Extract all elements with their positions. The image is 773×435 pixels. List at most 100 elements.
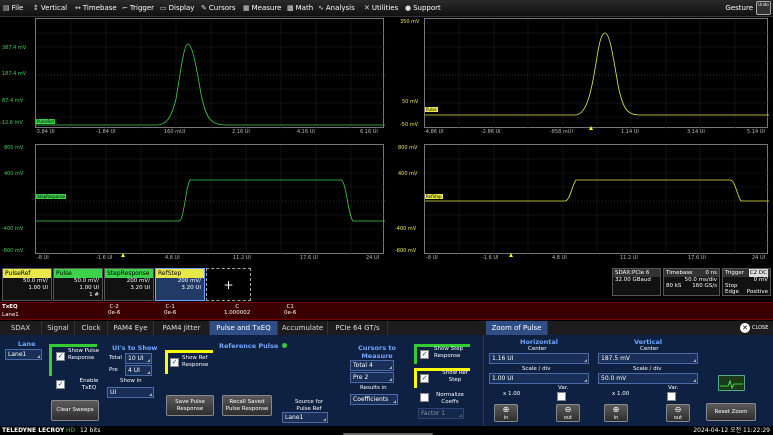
v-zoom-out-button[interactable]: ⊖ out — [666, 404, 690, 422]
recall-saved-button[interactable]: Recall Saved Pulse Response — [222, 395, 272, 416]
x-label: -1.84 UI — [96, 129, 116, 135]
menu-file[interactable]: ▤ File — [3, 3, 23, 14]
x-label: 17.6 UI — [300, 255, 318, 261]
show-pulse-checkbox[interactable]: ✓ — [56, 352, 65, 361]
timebase-samples: 80 kS — [666, 283, 682, 289]
x-label: 5.14 UI — [747, 129, 765, 135]
v-scale-label: Scale / div — [633, 366, 662, 372]
pre-ui-field[interactable]: 4 UI — [125, 365, 152, 376]
tab-clock[interactable]: Clock — [75, 321, 108, 335]
tab-accumulate[interactable]: Accumulate — [278, 321, 328, 335]
tab-sdax[interactable]: SDAX — [0, 321, 42, 335]
zoom-in-icon: ⊕ — [502, 405, 510, 414]
trigger-badge: C2 DC — [748, 269, 768, 277]
file-icon: ▤ — [3, 4, 10, 12]
h-scale-field[interactable]: 1.00 UI — [489, 373, 589, 384]
v-center-field[interactable]: 187.5 mV — [598, 353, 698, 364]
grid-pulse[interactable]: Pulse — [424, 18, 769, 129]
menu-trigger[interactable]: ⌐ Trigger — [122, 3, 154, 14]
source-label: Source for Pulse Ref — [294, 399, 324, 412]
save-pulse-button[interactable]: Save Pulse Response — [166, 395, 214, 416]
x-label: -2.86 UI — [481, 129, 501, 135]
h-scale-label: Scale / div — [522, 366, 551, 372]
trace-descriptor-step-response[interactable]: StepResponse 200 mV/ 3.20 UI — [104, 268, 154, 301]
y-label: 50 mV — [402, 99, 419, 105]
sdax-title: SDAX:PCIe 6 — [613, 269, 660, 277]
tab-pulse-and-txeq[interactable]: Pulse and TxEQ — [210, 321, 278, 335]
close-icon[interactable]: ✕ — [740, 323, 750, 333]
show-in-label: Show in — [120, 378, 142, 384]
total-ui-field[interactable]: 10 UI — [125, 353, 152, 364]
cursors-heading: Cursors to Measure — [358, 344, 396, 360]
cursors-total-field[interactable]: Total 4 — [350, 360, 394, 371]
v-zoom-in-button[interactable]: ⊕ in — [604, 404, 628, 422]
h-center-field[interactable]: 1.16 UI — [489, 353, 589, 364]
menu-measure[interactable]: ▦ Measure — [243, 3, 281, 14]
menu-utilities[interactable]: ✕ Utilities — [364, 3, 398, 14]
display-icon: ▭ — [160, 4, 167, 12]
close-label[interactable]: CLOSE — [752, 325, 768, 331]
waveform-preview-icon — [718, 375, 745, 391]
show-ref-label: Show Ref Response — [182, 355, 209, 368]
status-bar: TELEDYNE LECROY HD 12 bits 2024-04-12 오전… — [0, 426, 773, 435]
results-in-select[interactable]: Coefficients — [350, 394, 398, 405]
h-zoom-in-button[interactable]: ⊕ in — [494, 404, 518, 422]
menu-math[interactable]: ▩ Math — [287, 3, 313, 14]
add-trace-button[interactable]: + — [206, 268, 251, 301]
trace-descriptor-ref-step[interactable]: RefStep 200 mV/ 3.20 UI — [155, 268, 205, 301]
timebase-descriptor[interactable]: Timebase 0 ns 50.0 ms/div 80 kS 160 GS/s — [663, 268, 720, 296]
tab-pam4-eye[interactable]: PAM4 Eye — [108, 321, 154, 335]
show-ref-step-checkbox[interactable]: ✓ — [420, 374, 429, 383]
txeq-table: TxEQ Lane1 C-2 0e-6 C-1 0e-6 C 1.000002 C1 0… — [0, 302, 773, 320]
trace-descriptor-pulse-ref[interactable]: PulseRef 50.0 mV/ 1.00 UI — [2, 268, 52, 301]
menu-analysis[interactable]: ∿ Analysis — [318, 3, 355, 14]
bits-label: 12 bits — [80, 427, 101, 434]
lane-heading: Lane — [18, 340, 36, 348]
undo-button[interactable]: Undo — [756, 1, 771, 15]
descriptor-vdiv: 200 mV/ — [126, 278, 150, 284]
v-scale-field[interactable]: 50.0 mV — [598, 373, 698, 384]
txeq-value: 0e-6 — [284, 310, 297, 316]
txeq-value: 0e-6 — [108, 310, 121, 316]
descriptor-hdiv: 1.00 UI — [28, 285, 48, 291]
menu-vertical[interactable]: ↕ Vertical — [33, 3, 67, 14]
grid-ref-step[interactable]: RefStep — [424, 144, 769, 255]
trace-descriptor-pulse[interactable]: Pulse 50.0 mV/ 1.00 UI 1 # — [53, 268, 103, 301]
zoom-in-label: in — [613, 415, 619, 421]
tab-signal[interactable]: Signal — [42, 321, 75, 335]
enable-txeq-checkbox[interactable]: ✓ — [56, 380, 65, 389]
trigger-descriptor[interactable]: Trigger C2 DC 0 mV Stop Edge Positive — [722, 268, 771, 296]
zoom-in-label: in — [503, 415, 509, 421]
math-icon: ▩ — [287, 4, 294, 12]
grid-step-response-svg — [36, 145, 385, 255]
factor-field[interactable]: Factor 1 — [418, 408, 464, 419]
normalize-checkbox[interactable] — [420, 393, 429, 402]
menu-display[interactable]: ▭ Display — [160, 3, 194, 14]
reset-zoom-button[interactable]: Reset Zoom — [706, 403, 756, 421]
txeq-col-c-2: C-2 0e-6 — [108, 304, 120, 316]
sdax-descriptor[interactable]: SDAX:PCIe 6 32.00 GBaud — [612, 268, 661, 296]
show-step-checkbox[interactable]: ✓ — [420, 350, 429, 359]
menu-timebase[interactable]: ↔ Timebase — [75, 3, 117, 14]
trigger-marker — [509, 253, 513, 257]
y-label: 187.4 mV — [2, 71, 27, 77]
cursors-pre-field[interactable]: Pre 2 — [350, 372, 394, 383]
gesture-label[interactable]: Gesture — [725, 4, 753, 12]
txeq-label: TxEQ — [2, 304, 18, 310]
tab-pcie-64[interactable]: PCIe 64 GT/s — [328, 321, 388, 335]
menu-cursors[interactable]: ✎ Cursors — [201, 3, 236, 14]
source-select[interactable]: Lane1 — [282, 412, 328, 423]
grid-step-response[interactable]: StepResponse — [35, 144, 385, 255]
clear-sweeps-button[interactable]: Clear Sweeps — [51, 400, 99, 421]
show-in-select[interactable]: UI — [107, 387, 154, 398]
tab-zoom-of-pulse[interactable]: Zoom of Pulse — [486, 321, 548, 335]
x-label: -8 UI — [37, 255, 49, 261]
menu-support[interactable]: ● Support — [405, 3, 441, 14]
grid-pulse-ref[interactable]: PulseRef — [35, 18, 385, 129]
show-ref-checkbox[interactable]: ✓ — [170, 358, 179, 367]
v-var-checkbox[interactable] — [667, 392, 676, 401]
h-var-checkbox[interactable] — [557, 392, 566, 401]
tab-pam4-jitter[interactable]: PAM4 Jitter — [154, 321, 210, 335]
lane-select[interactable]: Lane1 — [5, 349, 42, 360]
h-zoom-out-button[interactable]: ⊖ out — [556, 404, 580, 422]
